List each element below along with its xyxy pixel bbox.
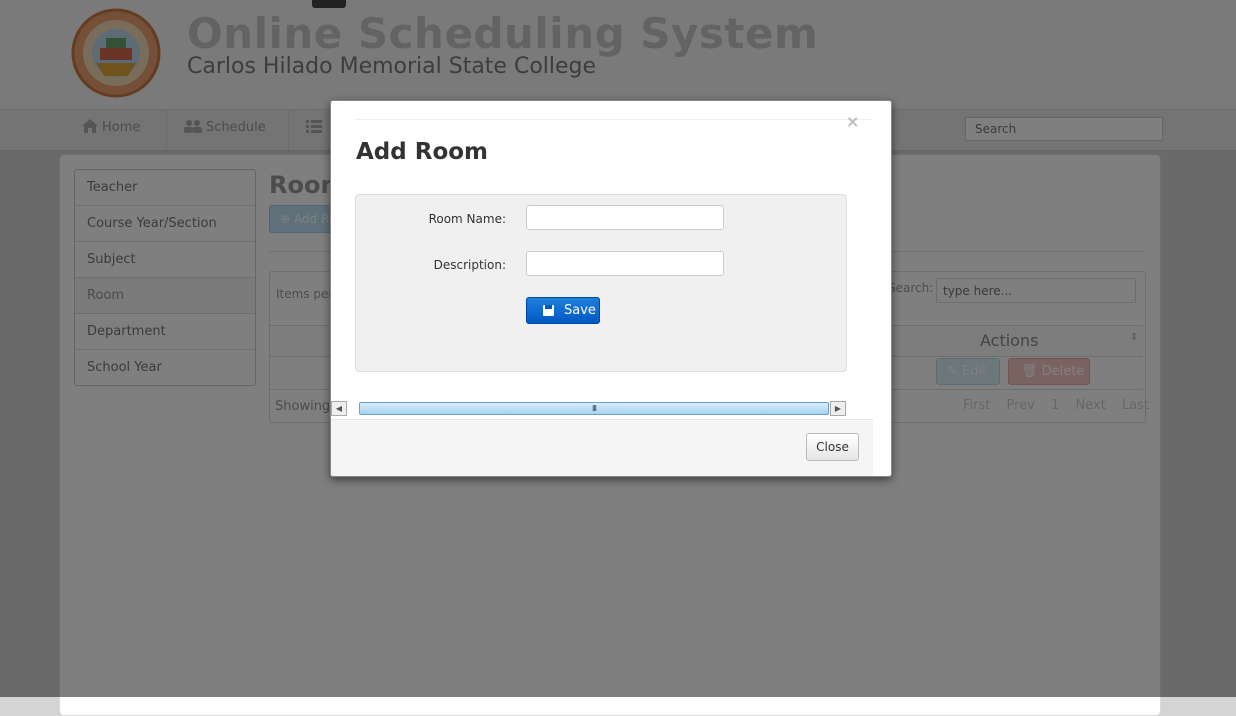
modal-footer: Close: [331, 419, 873, 476]
room-name-field[interactable]: [526, 205, 724, 230]
page: Online Scheduling System Carlos Hilado M…: [0, 0, 1236, 716]
room-name-label: Room Name:: [428, 212, 506, 226]
scrollbar-thumb[interactable]: III: [359, 402, 829, 415]
description-label: Description:: [433, 258, 506, 272]
close-icon[interactable]: ×: [846, 112, 859, 131]
horizontal-scrollbar[interactable]: ◀ III ▶: [331, 401, 848, 418]
close-button[interactable]: Close: [806, 433, 859, 461]
scroll-left-arrow-icon[interactable]: ◀: [331, 401, 347, 416]
save-button[interactable]: Save: [526, 297, 600, 324]
modal-header-divider: [355, 119, 873, 120]
room-form: Room Name: Description:: [355, 194, 847, 372]
description-field[interactable]: [526, 251, 724, 276]
modal-title: Add Room: [356, 139, 489, 165]
scroll-right-arrow-icon[interactable]: ▶: [830, 401, 846, 416]
save-label: Save: [564, 303, 596, 318]
floppy-disk-icon: [543, 305, 554, 316]
add-room-modal: × Add Room Room Name: Description: Save …: [330, 100, 892, 477]
